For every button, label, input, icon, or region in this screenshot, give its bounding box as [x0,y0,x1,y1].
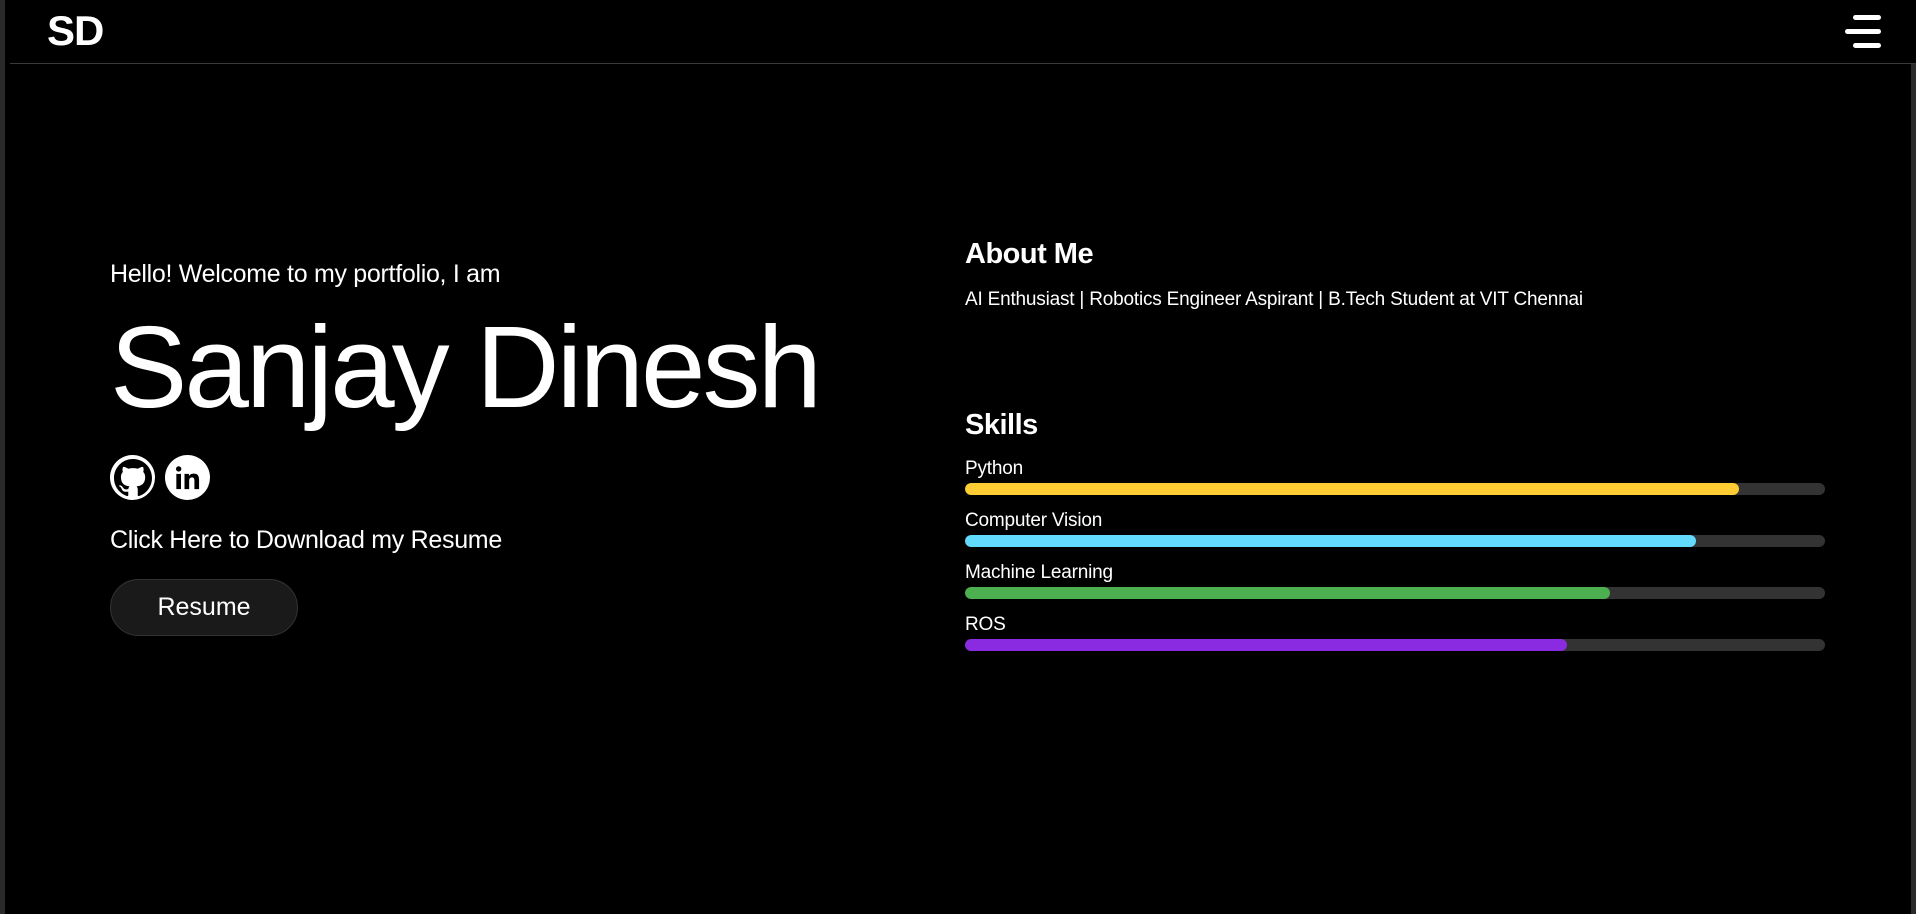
page-frame: SD Hello! Welcome to my portfolio, I am … [0,0,1916,914]
skill-item: ROS [965,614,1825,651]
skill-bar-fill [965,587,1610,599]
skill-bar-fill [965,483,1739,495]
skills-title: Skills [965,409,1038,441]
resume-button[interactable]: Resume [110,579,298,636]
skill-item: Computer Vision [965,510,1825,547]
top-navbar: SD [10,0,1916,64]
site-logo[interactable]: SD [47,10,104,52]
skill-bar-fill [965,535,1696,547]
info-section: About Me AI Enthusiast | Robotics Engine… [965,238,1825,666]
greeting-text: Hello! Welcome to my portfolio, I am [110,260,501,288]
hero-name: Sanjay Dinesh [110,302,822,432]
skill-bar-track [965,587,1825,599]
skill-label: Machine Learning [965,562,1113,583]
skill-bar-fill [965,639,1567,651]
skill-item: Python [965,458,1825,495]
skill-label: Computer Vision [965,510,1103,531]
resume-prompt: Click Here to Download my Resume [110,526,502,554]
skill-bar-track [965,639,1825,651]
linkedin-icon[interactable] [165,455,210,500]
social-links [110,455,819,500]
hero-section: Hello! Welcome to my portfolio, I am San… [110,260,822,636]
skills-list: Python Computer Vision Machine Learning … [965,458,1825,651]
github-icon[interactable] [110,455,155,500]
skill-bar-track [965,535,1825,547]
about-title: About Me [965,238,1094,270]
skill-item: Machine Learning [965,562,1825,599]
skill-label: ROS [965,614,1006,635]
skill-label: Python [965,458,1023,479]
about-text: AI Enthusiast | Robotics Engineer Aspira… [965,289,1583,310]
hamburger-menu-icon[interactable] [1841,14,1881,50]
skill-bar-track [965,483,1825,495]
